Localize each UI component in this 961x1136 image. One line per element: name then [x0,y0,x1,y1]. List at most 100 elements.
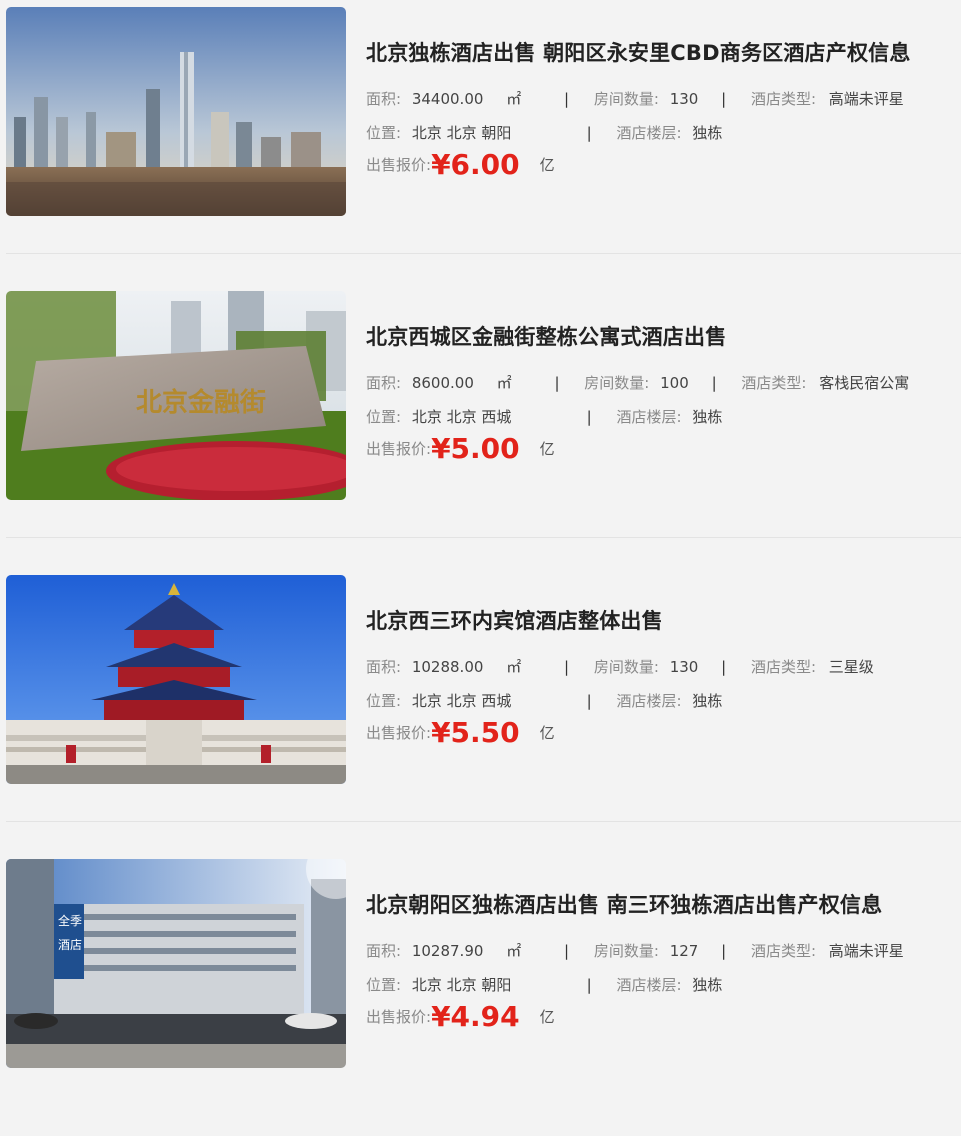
floors-value: 独栋 [692,976,723,994]
divider-bar: | [586,976,592,994]
listing-location-row: 位置: 北京 北京 西城 | 酒店楼层: 独栋 [366,690,722,712]
divider-bar: | [564,90,570,108]
divider-bar: | [564,658,570,676]
price-value: ¥5.00 [431,432,520,465]
listing-divider [6,537,961,538]
svg-text:酒店: 酒店 [58,938,82,952]
divider-bar: | [564,942,570,960]
rooms-label: 房间数量: [584,374,650,392]
listing-specs: 面积: 10288.00 ㎡ | 房间数量: 130 | 酒店类型: 三星级 [366,656,874,678]
divider-bar: | [721,90,727,108]
divider-bar: | [586,408,592,426]
area-label: 面积: [366,90,402,108]
location-value: 北京 北京 西城 [411,692,512,710]
hotel-type-label: 酒店类型: [750,942,817,960]
location-value: 北京 北京 西城 [411,408,512,426]
listing-location-row: 位置: 北京 北京 朝阳 | 酒店楼层: 独栋 [366,974,722,996]
divider-bar: | [586,692,592,710]
area-label: 面积: [366,658,402,676]
floors-value: 独栋 [692,408,723,426]
listing-card[interactable]: 北京西三环内宾馆酒店整体出售 面积: 10288.00 ㎡ | 房间数量: 13… [0,568,961,852]
floors-label: 酒店楼层: [616,692,682,710]
price-row: 出售报价:¥6.00 亿 [366,148,555,181]
price-unit: 亿 [539,440,555,458]
area-value: 10287.90 [411,942,484,960]
hotel-type-label: 酒店类型: [741,374,807,392]
listing-card[interactable]: 北京金融街 北京西城区金融街整栋公寓式酒店出售 面积: 8600.00 ㎡ | … [0,284,961,568]
ji-hotel-building-photo: 全季 酒店 [6,859,346,1068]
listing-location-row: 位置: 北京 北京 西城 | 酒店楼层: 独栋 [366,406,722,428]
listing-location-row: 位置: 北京 北京 朝阳 | 酒店楼层: 独栋 [366,122,722,144]
divider-bar: | [554,374,560,392]
area-unit: ㎡ [506,658,522,676]
listing-specs: 面积: 10287.90 ㎡ | 房间数量: 127 | 酒店类型: 高端未评星 [366,940,904,962]
floors-label: 酒店楼层: [616,976,682,994]
listing-title[interactable]: 北京独栋酒店出售 朝阳区永安里CBD商务区酒店产权信息 [366,36,956,70]
listing-image-cbd-skyline[interactable] [6,7,346,216]
divider-bar: | [721,658,727,676]
listing-title[interactable]: 北京西三环内宾馆酒店整体出售 [366,604,956,638]
price-unit: 亿 [539,156,555,174]
price-row: 出售报价:¥5.00 亿 [366,432,555,465]
hotel-type-value: 三星级 [828,658,874,676]
location-value: 北京 北京 朝阳 [411,124,512,142]
listing-title[interactable]: 北京西城区金融街整栋公寓式酒店出售 [366,320,956,354]
area-unit: ㎡ [496,374,512,392]
rooms-value: 100 [660,374,689,392]
listing-card[interactable]: 北京独栋酒店出售 朝阳区永安里CBD商务区酒店产权信息 面积: 34400.00… [0,0,961,284]
listing-image-financial-street[interactable]: 北京金融街 [6,291,346,500]
area-value: 34400.00 [411,90,484,108]
rooms-value: 130 [669,90,699,108]
location-value: 北京 北京 朝阳 [411,976,512,994]
floors-value: 独栋 [692,692,723,710]
divider-bar: | [711,374,717,392]
price-value: ¥6.00 [431,148,520,181]
area-label: 面积: [366,374,402,392]
price-row: 出售报价:¥5.50 亿 [366,716,555,749]
listing-card[interactable]: 全季 酒店 北京朝阳区独栋酒店出售 南三环独栋酒店出售产权信息 面积: 1028… [0,852,961,1136]
listing-specs: 面积: 34400.00 ㎡ | 房间数量: 130 | 酒店类型: 高端未评星 [366,88,904,110]
divider-bar: | [586,124,592,142]
listing-image-temple-of-heaven[interactable] [6,575,346,784]
temple-of-heaven-photo [6,575,346,784]
rooms-label: 房间数量: [593,658,659,676]
floors-value: 独栋 [692,124,723,142]
price-row: 出售报价:¥4.94 亿 [366,1000,555,1033]
area-unit: ㎡ [506,90,522,108]
rooms-label: 房间数量: [593,942,659,960]
listing-image-hotel-building[interactable]: 全季 酒店 [6,859,346,1068]
price-label: 出售报价: [366,724,432,742]
hotel-type-value: 高端未评星 [828,942,904,960]
listing-divider [6,253,961,254]
area-label: 面积: [366,942,402,960]
area-unit: ㎡ [506,942,522,960]
hotel-type-label: 酒店类型: [750,658,817,676]
ji-hotel-sign: 全季 [58,913,82,928]
location-label: 位置: [366,408,402,426]
rooms-value: 127 [669,942,699,960]
price-value: ¥5.50 [431,716,520,749]
financial-street-inscription: 北京金融街 [136,387,266,418]
location-label: 位置: [366,976,402,994]
price-value: ¥4.94 [431,1000,520,1033]
price-label: 出售报价: [366,1008,432,1026]
financial-street-stone-photo: 北京金融街 [6,291,346,500]
listing-title[interactable]: 北京朝阳区独栋酒店出售 南三环独栋酒店出售产权信息 [366,888,956,922]
listing-divider [6,821,961,822]
rooms-label: 房间数量: [593,90,659,108]
floors-label: 酒店楼层: [616,124,682,142]
floors-label: 酒店楼层: [616,408,682,426]
price-unit: 亿 [539,1008,555,1026]
area-value: 8600.00 [411,374,474,392]
divider-bar: | [721,942,727,960]
hotel-type-value: 客栈民宿公寓 [819,374,910,392]
location-label: 位置: [366,124,402,142]
hotel-type-label: 酒店类型: [750,90,817,108]
cbd-skyline-photo [6,7,346,216]
price-label: 出售报价: [366,440,432,458]
rooms-value: 130 [669,658,699,676]
price-unit: 亿 [539,724,555,742]
price-label: 出售报价: [366,156,432,174]
hotel-type-value: 高端未评星 [828,90,904,108]
area-value: 10288.00 [411,658,484,676]
